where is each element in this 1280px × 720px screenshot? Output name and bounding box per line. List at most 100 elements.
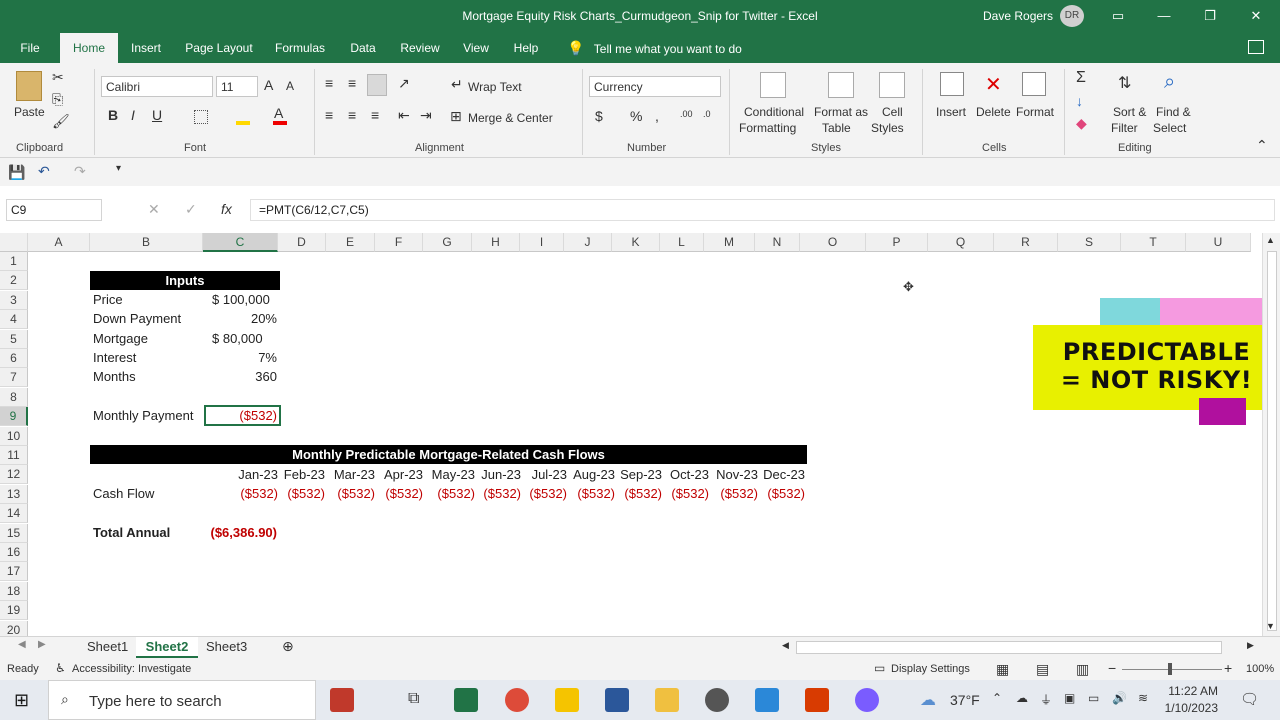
column-header[interactable]: B xyxy=(90,233,203,252)
orientation-icon[interactable]: ↗ xyxy=(398,75,410,92)
row-header[interactable]: 13 xyxy=(0,484,28,504)
row-header[interactable]: 18 xyxy=(0,581,28,601)
restore-icon[interactable]: ❐ xyxy=(1200,6,1220,26)
row-header[interactable]: 20 xyxy=(0,620,28,636)
next-sheet-icon[interactable]: ▶ xyxy=(38,639,46,650)
tell-me-search[interactable]: 💡 Tell me what you want to do xyxy=(567,33,742,63)
align-center-icon[interactable]: ≡ xyxy=(348,107,356,123)
align-top-icon[interactable]: ≡ xyxy=(325,75,333,91)
decrease-font-icon[interactable]: A xyxy=(286,79,294,93)
sort-filter-label-2[interactable]: Filter xyxy=(1111,121,1138,135)
save-icon[interactable]: 💾 xyxy=(8,164,25,181)
tab-view[interactable]: View xyxy=(456,33,496,63)
monthly-payment-label[interactable]: Monthly Payment xyxy=(93,406,193,425)
decrease-indent-icon[interactable]: ⇤ xyxy=(398,107,410,124)
paste-icon[interactable] xyxy=(16,71,42,101)
row-header[interactable]: 14 xyxy=(0,504,28,524)
row-header[interactable]: 12 xyxy=(0,465,28,485)
app-taskbar-icon[interactable] xyxy=(705,688,729,712)
input-label[interactable]: Mortgage xyxy=(93,329,148,348)
insert-cells-button[interactable]: Insert xyxy=(936,105,966,119)
format-cells-button[interactable]: Format xyxy=(1016,105,1054,119)
column-header[interactable]: F xyxy=(375,233,423,252)
ribbon-display-options-icon[interactable]: ▭ xyxy=(1108,6,1128,26)
bold-icon[interactable]: B xyxy=(108,107,118,123)
scroll-right-icon[interactable]: ▶ xyxy=(1247,640,1254,651)
display-settings-button[interactable]: Display Settings xyxy=(891,663,970,675)
row-header[interactable]: 9 xyxy=(0,407,28,427)
tab-formulas[interactable]: Formulas xyxy=(270,33,330,63)
align-right-icon[interactable]: ≡ xyxy=(371,107,379,123)
italic-icon[interactable]: I xyxy=(131,107,135,123)
input-label[interactable]: Down Payment xyxy=(93,309,181,328)
borders-icon[interactable] xyxy=(194,110,208,124)
normal-view-icon[interactable]: ▦ xyxy=(996,661,1009,678)
input-value[interactable]: 360 xyxy=(180,367,277,386)
find-select-label-1[interactable]: Find & xyxy=(1156,105,1191,119)
zoom-out-icon[interactable]: − xyxy=(1108,660,1116,676)
sort-filter-label-1[interactable]: Sort & xyxy=(1113,105,1146,119)
month-header[interactable]: Apr-23 xyxy=(363,465,423,484)
weather-temp[interactable]: 37°F xyxy=(950,692,980,708)
close-icon[interactable]: ✕ xyxy=(1246,6,1266,26)
worksheet-grid[interactable]: ABCDEFGHIJKLMNOPQRSTU 1 2 3 4 5 6 7 8 9 10 11 12 13 1… xyxy=(0,233,1262,636)
row-header[interactable]: 1 xyxy=(0,252,28,271)
column-header[interactable]: N xyxy=(755,233,800,252)
redo-icon[interactable]: ↷ xyxy=(74,163,86,180)
prev-sheet-icon[interactable]: ◀ xyxy=(18,639,26,650)
format-as-table-label-2[interactable]: Table xyxy=(822,121,851,135)
monthly-payment-value[interactable]: ($532) xyxy=(206,406,277,425)
tab-home[interactable]: Home xyxy=(60,33,118,63)
wifi-icon[interactable]: ≋ xyxy=(1138,691,1148,705)
avatar[interactable]: DR xyxy=(1060,5,1084,27)
row-header[interactable]: 10 xyxy=(0,426,28,446)
vertical-scroll-thumb[interactable] xyxy=(1267,251,1277,631)
column-header[interactable]: L xyxy=(660,233,704,252)
merge-center-button[interactable]: Merge & Center xyxy=(468,111,553,125)
collapse-ribbon-icon[interactable]: ⌃ xyxy=(1256,137,1268,154)
select-all-corner[interactable] xyxy=(0,233,28,252)
file-explorer-taskbar-icon[interactable] xyxy=(655,688,679,712)
paint-taskbar-icon[interactable] xyxy=(855,688,879,712)
zoom-level[interactable]: 100% xyxy=(1246,663,1274,675)
clock-time[interactable]: 11:22 AM xyxy=(1166,684,1218,698)
accessibility-status[interactable]: Accessibility: Investigate xyxy=(72,663,191,675)
column-header[interactable]: H xyxy=(472,233,520,252)
column-header[interactable]: K xyxy=(612,233,660,252)
column-header[interactable]: D xyxy=(278,233,326,252)
cash-flow-label[interactable]: Cash Flow xyxy=(93,484,154,503)
row-header[interactable]: 17 xyxy=(0,562,28,582)
row-header[interactable]: 16 xyxy=(0,543,28,562)
month-header[interactable]: Dec-23 xyxy=(745,465,805,484)
task-view-icon[interactable]: ⧉ xyxy=(408,690,419,708)
number-format-select[interactable]: Currency xyxy=(589,76,721,97)
row-header[interactable]: 15 xyxy=(0,523,28,543)
comments-icon[interactable] xyxy=(1248,40,1264,54)
train-widget-icon[interactable] xyxy=(330,688,354,712)
input-value[interactable]: $ 100,000 xyxy=(212,290,270,309)
weather-icon[interactable]: ☁ xyxy=(920,690,936,710)
column-header[interactable]: C xyxy=(203,233,278,252)
tab-data[interactable]: Data xyxy=(343,33,383,63)
photos-taskbar-icon[interactable] xyxy=(755,688,779,712)
tab-insert[interactable]: Insert xyxy=(124,33,168,63)
user-name[interactable]: Dave Rogers xyxy=(983,9,1053,23)
column-header[interactable]: R xyxy=(994,233,1058,252)
copy-icon[interactable]: ⎘ xyxy=(52,91,63,108)
battery-icon[interactable]: ▭ xyxy=(1088,691,1099,705)
fill-color-icon[interactable] xyxy=(236,121,250,125)
clear-icon[interactable]: ◆ xyxy=(1076,115,1087,132)
cell-styles-label-2[interactable]: Styles xyxy=(871,121,904,135)
sticky-notes-taskbar-icon[interactable] xyxy=(555,688,579,712)
windows-start-icon[interactable]: ⊞ xyxy=(14,690,29,711)
cash-flow-value[interactable]: ($532) xyxy=(363,484,423,503)
tab-file[interactable]: File xyxy=(12,33,48,63)
add-sheet-icon[interactable]: ⊕ xyxy=(282,638,294,655)
tab-review[interactable]: Review xyxy=(396,33,444,63)
input-value[interactable]: $ 80,000 xyxy=(212,329,263,348)
wrap-text-button[interactable]: Wrap Text xyxy=(468,80,522,94)
font-size-select[interactable]: 11 xyxy=(216,76,258,97)
row-header[interactable]: 8 xyxy=(0,387,28,407)
row-header[interactable]: 5 xyxy=(0,329,28,349)
cloud-icon[interactable]: ☁ xyxy=(1016,691,1028,705)
